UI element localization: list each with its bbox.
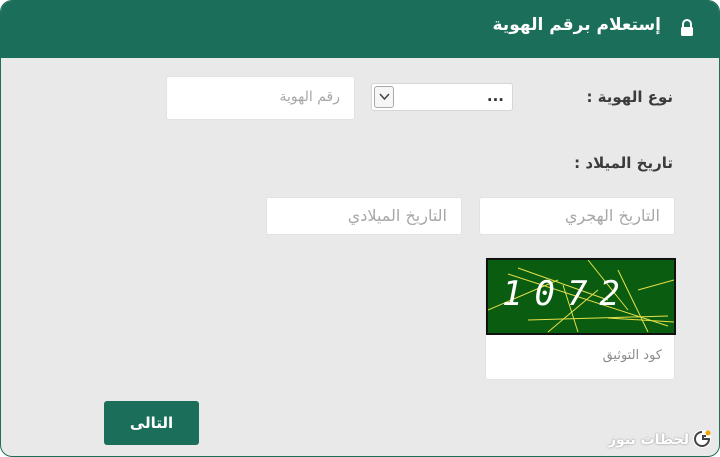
hijri-date-placeholder: التاريخ الهجري: [565, 206, 660, 225]
captcha-image: 1072: [486, 258, 676, 335]
id-type-label: نوع الهوية :: [586, 88, 673, 106]
card-title: إستعلام برقم الهوية: [492, 15, 662, 35]
watermark-logo-icon: [693, 430, 711, 448]
gregorian-date-input[interactable]: التاريخ الميلادي: [266, 197, 462, 235]
id-number-placeholder: رقم الهوية: [279, 89, 340, 105]
watermark-text: لحظات نيوز: [608, 432, 689, 448]
lock-icon: [681, 19, 693, 36]
id-type-select[interactable]: ...: [371, 83, 513, 111]
captcha-code: 1072: [502, 274, 632, 314]
captcha-input[interactable]: 1072 كود التوثيق: [485, 257, 676, 380]
dropdown-toggle[interactable]: [374, 86, 394, 108]
gregorian-date-placeholder: التاريخ الميلادي: [347, 206, 447, 225]
id-number-input[interactable]: رقم الهوية: [166, 76, 355, 120]
inquiry-card: إستعلام برقم الهوية نوع الهوية : ... رقم…: [0, 0, 720, 457]
dob-label: تاريخ الميلاد :: [574, 154, 673, 172]
card-header: إستعلام برقم الهوية: [1, 1, 719, 58]
id-type-value: ...: [486, 87, 504, 105]
captcha-placeholder: كود التوثيق: [602, 348, 662, 363]
chevron-down-icon: [379, 93, 390, 101]
next-button[interactable]: التالى: [104, 401, 199, 445]
hijri-date-input[interactable]: التاريخ الهجري: [479, 197, 675, 235]
